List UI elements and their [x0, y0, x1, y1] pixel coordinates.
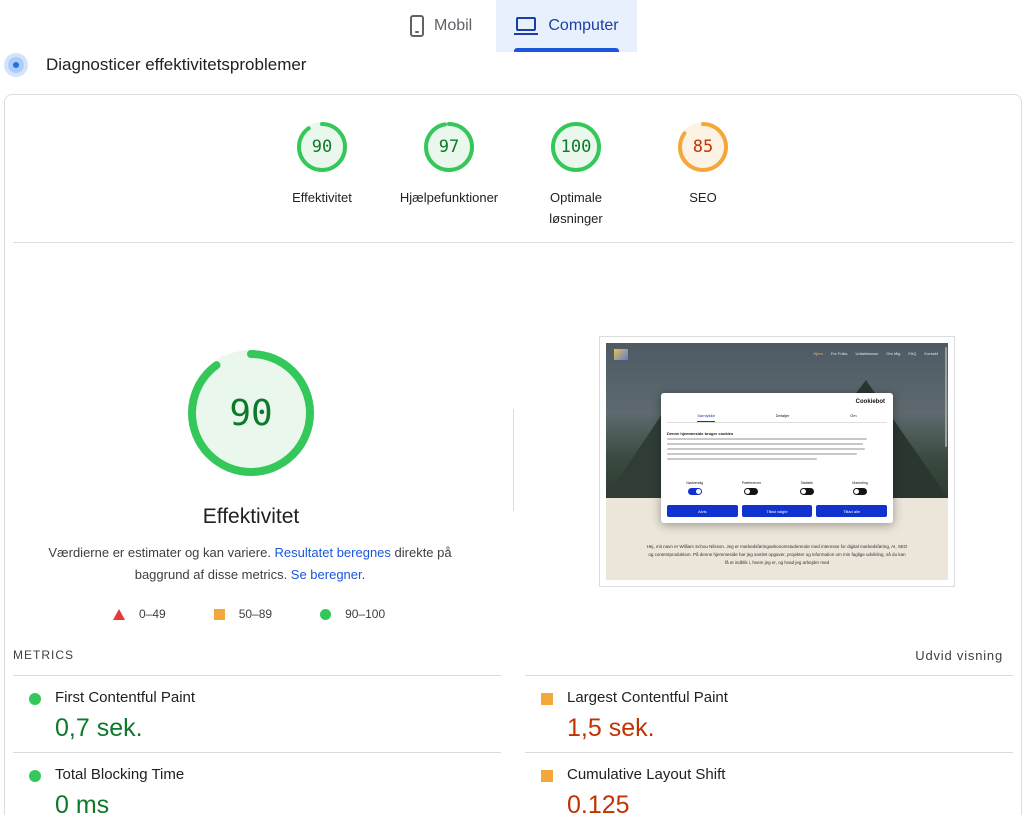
dialog-button: Afvis [667, 505, 738, 517]
calculated-link[interactable]: Resultatet beregnes [275, 545, 391, 560]
site-logo [614, 349, 628, 360]
final-screenshot[interactable]: Hjem For Folks Udtalelsesse Om Mig FAQ K… [599, 336, 955, 587]
legend-pass: 90–100 [320, 607, 385, 621]
report-card: 90 Effektivitet 97 Hjælpefunktioner 100 … [4, 94, 1022, 815]
performance-gauge: 90 [185, 347, 317, 479]
performance-title: Effektivitet [202, 505, 300, 528]
triangle-icon [113, 608, 125, 620]
toggle-statistics: Statistik [799, 481, 814, 495]
metric-value: 1,5 sek. [567, 714, 655, 742]
site-nav-item: FAQ [908, 351, 917, 356]
category-accessibility[interactable]: 97 Hjælpefunktioner [389, 121, 509, 208]
tab-mobile[interactable]: Mobil [404, 0, 478, 52]
site-nav-item: Kontakt [924, 351, 938, 356]
cookie-dialog: Cookiebot Samtykke Detaljer Om Denne hje… [661, 393, 893, 523]
metric-cls: Cumulative Layout Shift 0.125 [525, 752, 1013, 815]
toggle-necessary: Nødvendig [686, 481, 703, 495]
cookiebot-logo: Cookiebot [855, 399, 885, 405]
score-gauge: 100 [550, 121, 602, 173]
score-value: 97 [438, 137, 460, 157]
circle-icon [320, 608, 332, 620]
vertical-divider [513, 409, 514, 511]
legend-range: 50–89 [238, 607, 273, 621]
tab-mobile-label: Mobil [434, 17, 473, 34]
dialog-heading: Denne hjemmeside bruger cookies [667, 431, 734, 436]
metric-lcp: Largest Contentful Paint 1,5 sek. [525, 675, 1013, 753]
category-performance[interactable]: 90 Effektivitet [262, 121, 382, 208]
metric-name: Cumulative Layout Shift [567, 766, 726, 783]
circle-icon [29, 693, 41, 705]
diagnose-title: Diagnosticer effektivitetsproblemer [46, 55, 307, 74]
scrollbar [945, 347, 947, 447]
category-label: Effektivitet [292, 190, 352, 205]
legend-average: 50–89 [213, 607, 273, 621]
dialog-tabs: Samtykke Detaljer Om [667, 413, 887, 423]
performance-disclaimer: Værdierne er estimater og kan variere. R… [35, 542, 465, 586]
circle-icon [29, 770, 41, 782]
site-nav-item: Udtalelsesse [855, 351, 879, 356]
metrics-heading: METRICS [13, 648, 74, 662]
score-value: 85 [692, 137, 714, 157]
legend-fail: 0–49 [113, 607, 166, 621]
dialog-tab: Samtykke [697, 413, 715, 422]
score-gauge: 97 [423, 121, 475, 173]
site-nav: Hjem For Folks Udtalelsesse Om Mig FAQ K… [813, 351, 938, 356]
site-nav-item: Om Mig [886, 351, 901, 356]
phone-icon [410, 15, 424, 37]
metric-tbt: Total Blocking Time 0 ms [13, 752, 501, 815]
score-gauge: 85 [677, 121, 729, 173]
disclaimer-text: Værdierne er estimater og kan variere. [48, 545, 275, 560]
screenshot-content: Hjem For Folks Udtalelsesse Om Mig FAQ K… [606, 343, 948, 580]
metric-name: First Contentful Paint [55, 689, 196, 706]
metric-value: 0 ms [55, 791, 110, 815]
active-tab-indicator [514, 48, 619, 52]
metric-name: Largest Contentful Paint [567, 689, 728, 706]
metric-value: 0.125 [567, 791, 630, 815]
dialog-body [667, 438, 867, 463]
dialog-toggles: Nødvendig Præferencer Statistik Marketin… [667, 481, 887, 495]
score-gauge: 90 [296, 121, 348, 173]
disclaimer-text: . [361, 567, 366, 582]
metric-value: 0,7 sek. [55, 714, 143, 742]
dialog-tab: Detaljer [775, 413, 790, 418]
performance-score: 90 [229, 392, 273, 434]
legend-range: 90–100 [345, 607, 386, 621]
square-icon [213, 608, 225, 620]
square-icon [541, 693, 553, 705]
pulse-icon [4, 53, 28, 77]
expand-view-toggle[interactable]: Udvid visning [915, 648, 1003, 663]
metric-fcp: First Contentful Paint 0,7 sek. [13, 675, 501, 753]
toggle-preferences: Præferencer [742, 481, 761, 495]
legend-range: 0–49 [139, 607, 166, 621]
category-seo[interactable]: 85 SEO [643, 121, 763, 208]
category-best-practices[interactable]: 100 Optimale løsninger [516, 121, 636, 229]
device-tabs: Mobil Computer [0, 0, 1024, 52]
tab-desktop-label: Computer [548, 17, 619, 34]
tab-desktop[interactable]: Computer [496, 0, 637, 52]
toggle-marketing: Marketing [852, 481, 868, 495]
category-label: Optimale løsninger [549, 190, 603, 226]
category-label: Hjælpefunktioner [399, 190, 499, 205]
divider [13, 242, 1013, 243]
dialog-button: Tillad alle [816, 505, 888, 517]
square-icon [541, 770, 553, 782]
dialog-button: Tillad valgte [741, 505, 813, 517]
site-intro-text: Hej, mit navn er William Schou Nilsson. … [646, 544, 908, 565]
dialog-tab: Om [850, 413, 857, 418]
dialog-buttons: Afvis Tillad valgte Tillad alle [667, 505, 888, 517]
site-nav-item: Hjem [813, 351, 823, 356]
score-value: 90 [311, 137, 333, 157]
score-value: 100 [560, 137, 592, 157]
diagnose-header: Diagnosticer effektivitetsproblemer [4, 52, 306, 78]
site-nav-item: For Folks [830, 351, 848, 356]
category-label: SEO [689, 190, 717, 205]
laptop-icon [514, 16, 539, 36]
score-legend: 0–49 50–89 90–100 [113, 607, 385, 621]
metric-name: Total Blocking Time [55, 766, 185, 783]
calculator-link[interactable]: Se beregner [291, 567, 362, 582]
